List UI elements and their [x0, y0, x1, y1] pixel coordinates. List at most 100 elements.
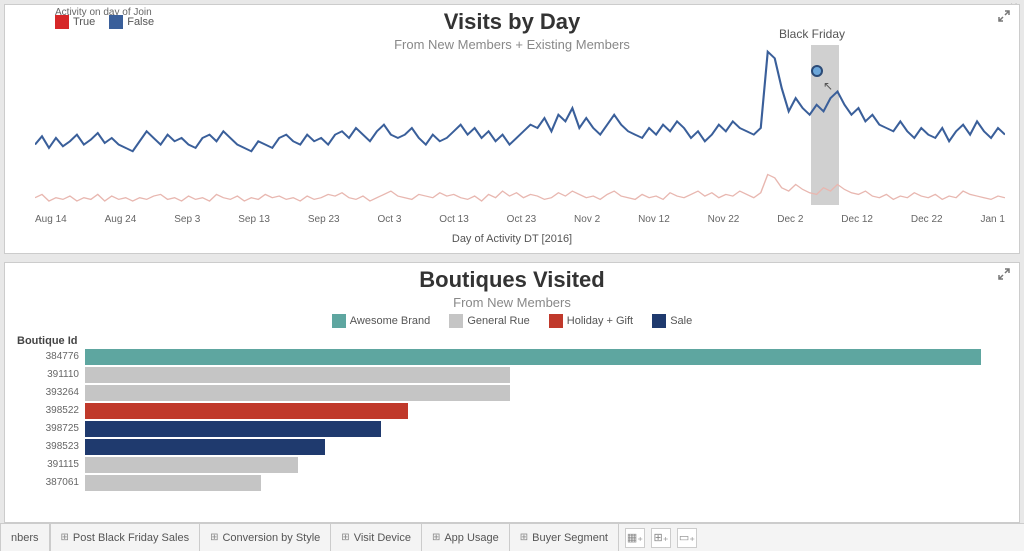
bar-track [85, 421, 1009, 437]
legend-general-label: General Rue [467, 315, 529, 327]
tab-truncated[interactable]: nbers [0, 524, 50, 551]
awesome-swatch [332, 314, 346, 328]
tab-app-usage[interactable]: ⊞ App Usage [422, 524, 510, 551]
x-axis-title: Day of Activity DT [2016] [5, 233, 1019, 245]
legend-holiday[interactable]: Holiday + Gift [549, 314, 633, 328]
general-swatch [449, 314, 463, 328]
x-tick: Jan 1 [980, 214, 1004, 225]
bar[interactable] [85, 367, 510, 383]
x-tick: Dec 2 [777, 214, 803, 225]
bar-row: 391115 [15, 457, 1009, 473]
bar[interactable] [85, 457, 298, 473]
sheet-icon: ⊞ [432, 532, 440, 543]
sheet-tab-strip: nbers ⊞ Post Black Friday Sales ⊞ Conversio… [0, 523, 1024, 551]
black-friday-annotation: Black Friday [779, 27, 845, 41]
cursor-icon: ↖ [823, 79, 833, 93]
visits-by-day-panel: Activity on day of Join True False Visit… [4, 4, 1020, 254]
bar-rows: 384776 391110 393264 398522 398725 398523 3911… [15, 349, 1009, 491]
x-ticks: Aug 14Aug 24Sep 3Sep 13Sep 23Oct 3Oct 13… [35, 214, 1005, 225]
bar-row: 398725 [15, 421, 1009, 437]
tab-label: Visit Device [354, 532, 411, 544]
legend-false-item[interactable]: False [109, 15, 154, 29]
legend-true-label: True [73, 16, 95, 28]
bar-track [85, 385, 1009, 401]
expand-icon[interactable] [997, 267, 1011, 281]
legend-general[interactable]: General Rue [449, 314, 529, 328]
boutiques-visited-panel: Boutiques Visited From New Members Aweso… [4, 262, 1020, 523]
legend-true-item[interactable]: True [55, 15, 95, 29]
bar-row: 398522 [15, 403, 1009, 419]
x-tick: Oct 3 [377, 214, 401, 225]
false-swatch [109, 15, 123, 29]
x-tick: Nov 22 [708, 214, 740, 225]
true-swatch [55, 15, 69, 29]
bar-row: 384776 [15, 349, 1009, 365]
boutiques-subtitle: From New Members [15, 295, 1009, 310]
new-story-icon[interactable]: ▭₊ [677, 528, 697, 548]
boutique-id-axis-label: Boutique Id [17, 335, 1009, 347]
visits-title: Visits by Day [15, 9, 1009, 35]
bar-label: 393264 [15, 385, 85, 401]
x-tick: Sep 13 [238, 214, 270, 225]
bar[interactable] [85, 421, 381, 437]
holiday-swatch [549, 314, 563, 328]
bar-track [85, 349, 1009, 365]
bar[interactable] [85, 385, 510, 401]
legend-awesome[interactable]: Awesome Brand [332, 314, 431, 328]
x-tick: Dec 12 [841, 214, 873, 225]
new-sheet-icon[interactable]: ▦₊ [625, 528, 645, 548]
line-plot-area[interactable] [35, 45, 1005, 211]
bar-track [85, 439, 1009, 455]
bar-label: 398522 [15, 403, 85, 419]
new-dashboard-icon[interactable]: ⊞₊ [651, 528, 671, 548]
bar-label: 398523 [15, 439, 85, 455]
series-false[interactable] [35, 52, 1005, 152]
tab-truncated-label: nbers [11, 532, 39, 544]
x-tick: Sep 3 [174, 214, 200, 225]
bar-track [85, 457, 1009, 473]
bar[interactable] [85, 349, 981, 365]
expand-icon[interactable] [997, 9, 1011, 23]
x-tick: Aug 14 [35, 214, 67, 225]
tab-post-black-friday-sales[interactable]: ⊞ Post Black Friday Sales [50, 524, 201, 551]
legend-awesome-label: Awesome Brand [350, 315, 431, 327]
tab-label: Post Black Friday Sales [73, 532, 189, 544]
bar-track [85, 475, 1009, 491]
sheet-icon: ⊞ [61, 532, 69, 543]
x-tick: Oct 13 [439, 214, 468, 225]
tab-visit-device[interactable]: ⊞ Visit Device [331, 524, 422, 551]
tab-label: Conversion by Style [222, 532, 320, 544]
boutiques-title: Boutiques Visited [15, 267, 1009, 293]
tab-conversion-by-style[interactable]: ⊞ Conversion by Style [200, 524, 331, 551]
bar[interactable] [85, 403, 408, 419]
bar-row: 387061 [15, 475, 1009, 491]
selected-point-marker[interactable] [811, 65, 823, 77]
sheet-icon: ⊞ [341, 532, 349, 543]
sale-swatch [652, 314, 666, 328]
bar[interactable] [85, 439, 325, 455]
legend-sale[interactable]: Sale [652, 314, 692, 328]
bar-label: 387061 [15, 475, 85, 491]
bar-label: 384776 [15, 349, 85, 365]
bar-label: 391110 [15, 367, 85, 383]
bar-legend: Awesome Brand General Rue Holiday + Gift… [15, 314, 1009, 331]
tab-controls: ▦₊ ⊞₊ ▭₊ [625, 528, 697, 548]
tab-label: App Usage [444, 532, 498, 544]
bar-row: 391110 [15, 367, 1009, 383]
bar-track [85, 367, 1009, 383]
bar-track [85, 403, 1009, 419]
legend-false-label: False [127, 16, 154, 28]
bar-label: 391115 [15, 457, 85, 473]
series-true[interactable] [35, 174, 1005, 201]
tab-label: Buyer Segment [532, 532, 608, 544]
x-tick: Oct 23 [507, 214, 536, 225]
sheet-icon: ⊞ [210, 532, 218, 543]
bar-row: 398523 [15, 439, 1009, 455]
line-chart-svg [35, 45, 1005, 211]
x-tick: Aug 24 [105, 214, 137, 225]
tab-buyer-segment[interactable]: ⊞ Buyer Segment [510, 524, 619, 551]
legend-sale-label: Sale [670, 315, 692, 327]
dashboard: Activity on day of Join True False Visit… [0, 0, 1024, 523]
bar[interactable] [85, 475, 261, 491]
sheet-icon: ⊞ [520, 532, 528, 543]
